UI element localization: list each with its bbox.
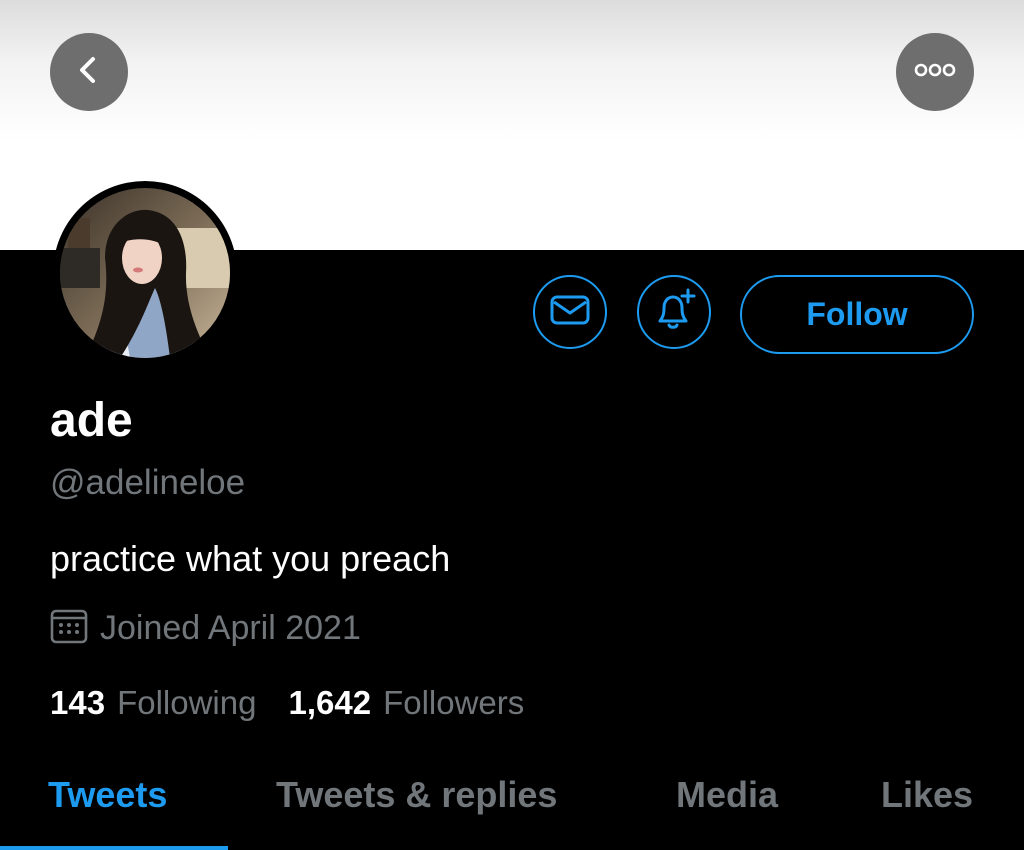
message-button[interactable] [533, 275, 607, 349]
follow-stats: 143 Following 1,642 Followers [50, 682, 524, 724]
user-handle: @adelineloe [50, 463, 246, 502]
tab-media[interactable]: Media [676, 770, 778, 820]
following-count: 143 [50, 684, 106, 721]
avatar[interactable] [53, 181, 237, 365]
profile-page: Follow ade @adelineloe practice what you… [0, 0, 1024, 850]
profile-tabs: Tweets Tweets & replies Media Likes [0, 770, 1024, 850]
active-tab-indicator [0, 846, 228, 850]
following-label: Following [117, 684, 257, 721]
display-name: ade [50, 394, 133, 447]
followers-label: Followers [383, 684, 525, 721]
profile-bio: practice what you preach [50, 538, 451, 579]
chevron-left-icon [72, 53, 106, 92]
back-button[interactable] [50, 33, 128, 111]
mail-icon [550, 294, 590, 331]
joined-date: Joined April 2021 [100, 609, 361, 647]
tab-likes[interactable]: Likes [881, 770, 973, 820]
joined-date-row: Joined April 2021 [50, 607, 361, 649]
notifications-button[interactable] [637, 275, 711, 349]
calendar-icon [50, 608, 88, 649]
followers-link[interactable]: 1,642 Followers [288, 682, 524, 724]
bell-plus-icon [652, 288, 696, 337]
more-options-button[interactable] [896, 33, 974, 111]
tab-tweets-and-replies[interactable]: Tweets & replies [276, 770, 557, 820]
following-link[interactable]: 143 Following [50, 682, 256, 724]
more-horizontal-icon [913, 63, 957, 82]
tab-tweets[interactable]: Tweets [48, 770, 167, 820]
follow-button[interactable]: Follow [740, 275, 974, 354]
followers-count: 1,642 [288, 684, 372, 721]
avatar-image [60, 188, 230, 358]
